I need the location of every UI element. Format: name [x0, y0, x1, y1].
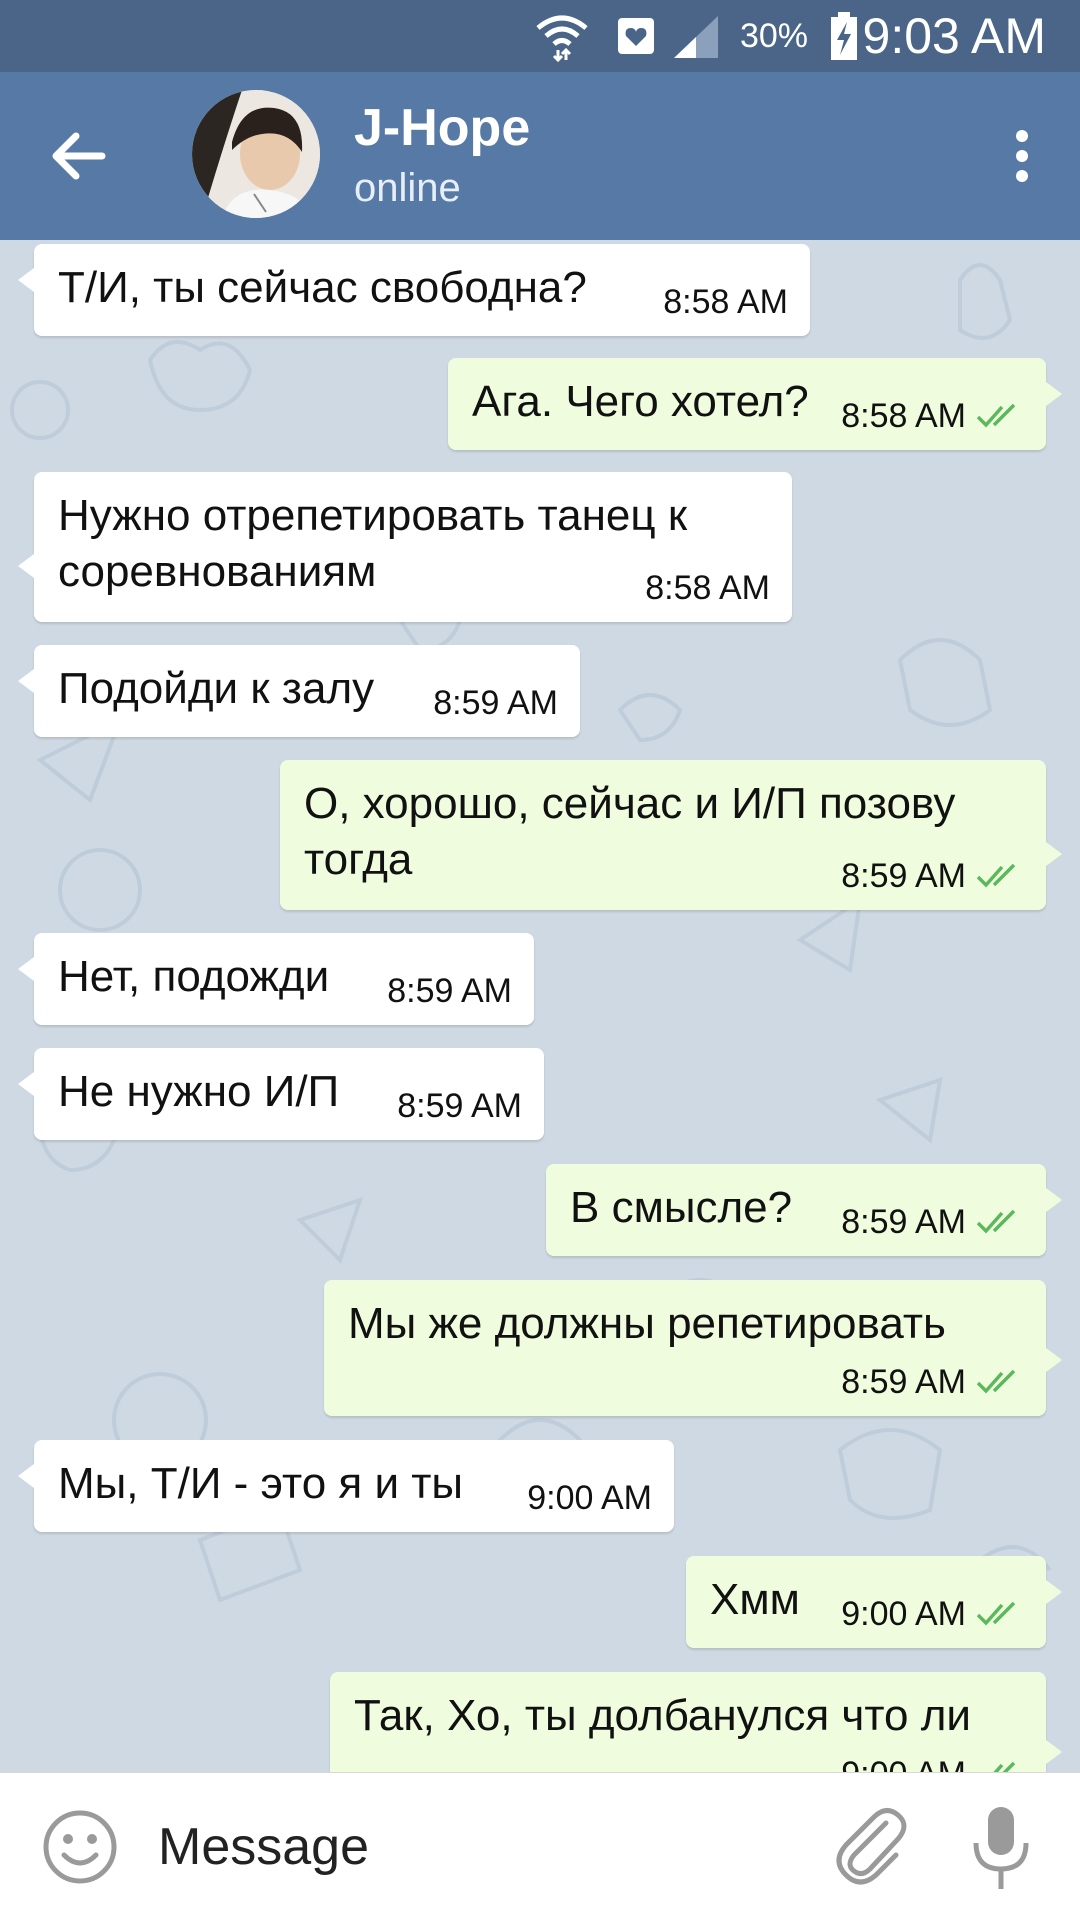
read-checkmarks-icon	[976, 403, 1016, 428]
message-bubble-outgoing[interactable]: Ага. Чего хотел? 8:58 AM	[448, 358, 1062, 450]
message-text: Так, Хо, ты долбанулся что ли	[354, 1691, 971, 1740]
status-time: 9:03 AM	[862, 8, 1046, 64]
message-time: 8:59 AM	[841, 1363, 966, 1401]
message-bubble-outgoing[interactable]: О, хорошо, сейчас и И/П позову тогда 8:5…	[280, 760, 1062, 910]
message-time: 8:59 AM	[397, 1087, 522, 1125]
avatar[interactable]	[192, 90, 320, 218]
message-meta: 8:59 AM	[841, 856, 1024, 896]
message-text: Нет, подожди	[58, 952, 330, 1001]
read-checkmarks-icon	[976, 1601, 1016, 1626]
chat-header: J-Hope online	[0, 72, 1080, 240]
smiley-icon[interactable]	[40, 1807, 120, 1887]
paperclip-icon[interactable]	[826, 1803, 912, 1889]
message-meta: 8:58 AM	[663, 282, 788, 322]
message-bubble-outgoing[interactable]: В смысле? 8:59 AM	[546, 1164, 1062, 1256]
read-checkmarks-icon	[976, 1369, 1016, 1394]
message-time: 8:58 AM	[645, 569, 770, 607]
message-meta: 9:00 AM	[841, 1594, 1024, 1634]
message-meta: 8:59 AM	[841, 1362, 1024, 1402]
message-meta: 9:00 AM	[527, 1478, 652, 1518]
microphone-icon[interactable]	[966, 1803, 1036, 1893]
message-bubble-incoming[interactable]: Нет, подожди 8:59 AM	[18, 933, 534, 1025]
read-checkmarks-icon	[993, 1761, 1016, 1772]
message-text: Нужно отрепетировать танец к соревновани…	[58, 491, 688, 596]
message-composer	[0, 1772, 1080, 1920]
battery-charging-icon	[831, 12, 857, 60]
message-bubble-incoming[interactable]: Нужно отрепетировать танец к соревновани…	[18, 472, 792, 622]
message-time: 9:00 AM	[527, 1479, 652, 1517]
message-time: 8:58 AM	[663, 283, 788, 321]
message-text: Хмм	[710, 1575, 800, 1624]
back-arrow-icon[interactable]	[40, 116, 120, 196]
message-text: Мы, Т/И - это я и ты	[58, 1459, 464, 1508]
message-bubble-outgoing[interactable]: Хмм 9:00 AM	[686, 1556, 1062, 1648]
message-meta: 8:59 AM	[397, 1086, 522, 1126]
message-bubble-outgoing[interactable]: Мы же должны репетировать 8:59 AM	[324, 1280, 1062, 1416]
contact-name[interactable]: J-Hope	[354, 98, 530, 158]
message-list[interactable]: Т/И, ты сейчас свободна? 8:58 AM Ага. Че…	[0, 240, 1080, 1772]
message-bubble-incoming[interactable]: Подойди к залу 8:59 AM	[18, 645, 580, 737]
read-checkmarks-icon	[976, 863, 1016, 888]
message-time: 9:00 AM	[841, 1754, 966, 1772]
message-text: Не нужно И/П	[58, 1067, 340, 1116]
message-bubble-incoming[interactable]: Мы, Т/И - это я и ты 9:00 AM	[18, 1440, 674, 1532]
message-text: Т/И, ты сейчас свободна?	[58, 263, 587, 312]
message-text: Ага. Чего хотел?	[472, 377, 809, 426]
more-vertical-icon[interactable]	[992, 116, 1052, 196]
message-time: 8:59 AM	[841, 857, 966, 895]
wifi-icon	[536, 15, 588, 62]
message-text: Подойди к залу	[58, 664, 375, 713]
message-text: В смысле?	[570, 1183, 793, 1232]
message-meta: 8:59 AM	[841, 1202, 1024, 1242]
message-meta: 8:58 AM	[841, 396, 1024, 436]
battery-percent: 30%	[739, 17, 808, 55]
message-meta: 9:00 AM	[841, 1754, 1024, 1772]
message-bubble-incoming[interactable]: Не нужно И/П 8:59 AM	[18, 1048, 544, 1140]
status-bar: 30% 9:03 AM	[0, 0, 1080, 72]
message-bubble-outgoing[interactable]: Так, Хо, ты долбанулся что ли 9:00 AM	[330, 1672, 1062, 1772]
message-input[interactable]	[158, 1803, 798, 1891]
message-time: 8:58 AM	[841, 397, 966, 435]
message-bubble-incoming[interactable]: Т/И, ты сейчас свободна? 8:58 AM	[18, 244, 810, 336]
message-meta: 8:59 AM	[387, 971, 512, 1011]
message-time: 8:59 AM	[841, 1203, 966, 1241]
read-checkmarks-icon	[976, 1209, 1016, 1234]
message-meta: 8:59 AM	[433, 683, 558, 723]
contact-status: online	[354, 166, 461, 210]
message-time: 8:59 AM	[387, 972, 512, 1010]
message-text: Мы же должны репетировать	[348, 1299, 946, 1348]
message-time: 9:00 AM	[841, 1595, 966, 1633]
notification-icon	[618, 18, 654, 54]
message-time: 8:59 AM	[433, 684, 558, 722]
message-meta: 8:58 AM	[645, 568, 770, 608]
signal-icon	[674, 16, 718, 58]
